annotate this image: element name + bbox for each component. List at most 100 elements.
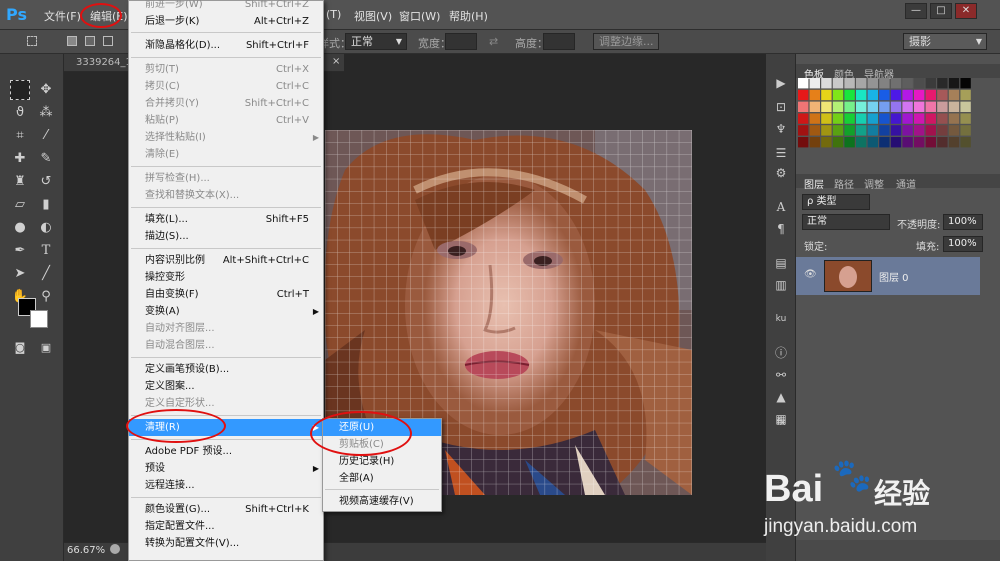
swatch-cell[interactable] [798,125,809,136]
menu-filter[interactable]: (T) [326,8,341,21]
menu-item-stroke[interactable]: 描边(S)... [129,228,323,245]
swatch-cell[interactable] [879,137,890,148]
clone-source-icon[interactable]: ⚙ [771,164,791,182]
menu-item-puppet-warp[interactable]: 操控变形 [129,269,323,286]
brush-preset-icon[interactable]: ♆ [771,120,791,138]
menu-window[interactable]: 窗口(W) [399,8,440,24]
swatch-cell[interactable] [821,89,832,101]
swatch-cell[interactable] [856,101,867,112]
swatch-cell[interactable] [844,125,855,136]
tab-paths[interactable]: 路径 [834,176,854,191]
character-icon[interactable]: A [771,198,791,216]
submenu-item-histories[interactable]: 历史记录(H) [323,453,441,470]
swatch-cell[interactable] [809,113,820,124]
swatch-cell[interactable] [832,101,844,112]
swatch-cell[interactable] [844,113,855,124]
menu-item-find-replace[interactable]: 查找和替换文本(X)... [129,187,323,204]
blend-mode-select[interactable]: 正常 [802,214,890,230]
swatch-cell[interactable] [937,125,948,136]
swatch-cell[interactable] [856,78,867,89]
menu-item-define-pattern[interactable]: 定义图案... [129,378,323,395]
swatch-cell[interactable] [856,113,867,124]
swatch-cell[interactable] [960,113,971,124]
menu-item-content-aware-scale[interactable]: 内容识别比例 Alt+Shift+Ctrl+C [129,252,323,269]
menu-item-color-settings[interactable]: 颜色设置(G)... Shift+Ctrl+K [129,501,323,518]
eraser-icon[interactable]: ▱ [10,195,30,215]
swatch-cell[interactable] [914,137,925,148]
swatch-cell[interactable] [844,78,855,89]
menu-item-step-forward[interactable]: 前进一步(W) Shift+Ctrl+Z [129,0,323,13]
swatch-cell[interactable] [914,113,925,124]
menu-item-paste-special[interactable]: 选择性粘贴(I) ▶ [129,129,323,146]
swatch-cell[interactable] [798,78,809,89]
fill-input[interactable]: 100% [943,236,983,252]
pen-icon[interactable]: ✒ [10,241,30,261]
refine-edge-button[interactable]: 调整边缘... [593,33,659,50]
swatch-cell[interactable] [856,125,867,136]
menu-item-pdf-presets[interactable]: Adobe PDF 预设... [129,443,323,460]
swatch-cell[interactable] [960,101,971,112]
gradient-icon[interactable]: ▮ [36,195,56,215]
zoom-level[interactable]: 66.67% [67,545,105,556]
swatch-cell[interactable] [879,89,890,101]
menu-view[interactable]: 视图(V) [354,8,392,24]
layer-name[interactable]: 图层 0 [879,269,909,284]
swatch-cell[interactable] [867,137,878,148]
swatch-cell[interactable] [890,125,902,136]
type-icon[interactable]: T [36,241,56,261]
swatch-cell[interactable] [937,137,948,148]
menu-item-copy[interactable]: 拷贝(C) Ctrl+C [129,78,323,95]
swatch-cell[interactable] [925,101,936,112]
menu-item-paste[interactable]: 粘贴(P) Ctrl+V [129,112,323,129]
marquee-tool-preset-icon[interactable] [27,36,37,46]
swatch-cell[interactable] [832,89,844,101]
paragraph-icon[interactable]: ¶ [771,220,791,238]
swatch-cell[interactable] [948,125,960,136]
menu-file[interactable]: 文件(F) [44,8,81,24]
healing-brush-icon[interactable]: ✚ [10,149,30,169]
swatch-cell[interactable] [809,125,820,136]
swatch-cell[interactable] [856,89,867,101]
crop-icon[interactable]: ⌗ [10,126,30,146]
play-icon[interactable]: ▶ [771,74,791,92]
swatch-cell[interactable] [890,113,902,124]
swatch-cell[interactable] [925,89,936,101]
minimize-button[interactable]: — [905,3,927,19]
swatch-cell[interactable] [809,89,820,101]
menu-item-spell-check[interactable]: 拼写检查(H)... [129,170,323,187]
menu-item-define-brush[interactable]: 定义画笔预设(B)... [129,361,323,378]
menu-item-auto-align[interactable]: 自动对齐图层... [129,320,323,337]
swatch-cell[interactable] [937,101,948,112]
swatch-cell[interactable] [890,137,902,148]
timeline-icon[interactable]: ▥ [771,276,791,294]
tab-channels[interactable]: 通道 [896,176,916,191]
line-icon[interactable]: ╱ [36,264,56,284]
dodge-icon[interactable]: ◐ [36,218,56,238]
style-select[interactable]: 正常 ▼ [345,33,407,50]
swatch-cell[interactable] [844,137,855,148]
adjust-icon[interactable]: ⊡ [771,98,791,116]
swatch-cell[interactable] [960,89,971,101]
eyedropper-icon[interactable]: ⁄ [36,126,56,146]
swatch-cell[interactable] [879,101,890,112]
swatch-cell[interactable] [844,101,855,112]
swatch-cell[interactable] [948,89,960,101]
swatch-cell[interactable] [821,113,832,124]
swatch-cell[interactable] [832,137,844,148]
histogram-icon[interactable]: ▲ [771,388,791,406]
swatch-cell[interactable] [902,113,913,124]
swatch-cell[interactable] [867,89,878,101]
swatch-cell[interactable] [867,101,878,112]
swatch-cell[interactable] [890,101,902,112]
swatch-cell[interactable] [844,89,855,101]
swatch-cell[interactable] [821,125,832,136]
rectangular-marquee-icon[interactable] [10,80,30,100]
add-selection-icon[interactable] [85,36,95,46]
swatch-cell[interactable] [879,78,890,89]
history-brush-icon[interactable]: ↺ [36,172,56,192]
fx-icon[interactable]: fx [771,414,791,432]
swatch-cell[interactable] [925,113,936,124]
workspace-select[interactable]: 摄影 ▼ [903,33,987,50]
background-color-swatch[interactable] [30,310,48,328]
swatch-cell[interactable] [902,125,913,136]
